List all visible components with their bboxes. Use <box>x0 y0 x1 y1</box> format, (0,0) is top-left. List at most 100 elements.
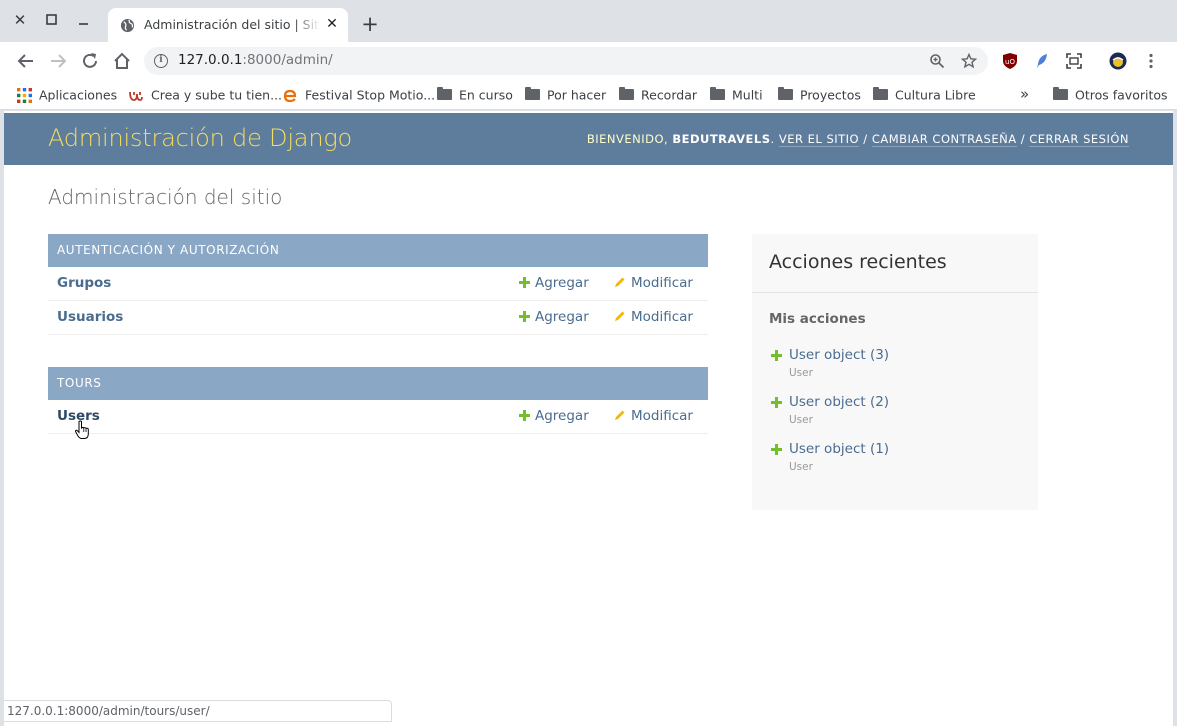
browser-tab-active[interactable]: Administración del sitio | Sitio de admi… <box>108 8 348 42</box>
tab-close-icon[interactable]: ✕ <box>324 16 340 32</box>
bookmark-cultura-libre[interactable]: Cultura Libre <box>873 86 976 104</box>
new-tab-icon[interactable]: + <box>359 14 381 36</box>
bookmark-apps[interactable]: Aplicaciones <box>17 86 117 104</box>
feather-extension-icon[interactable] <box>1033 52 1051 70</box>
bookmark-star-icon[interactable] <box>961 53 977 69</box>
bookmark-por-hacer[interactable]: Por hacer <box>525 86 606 104</box>
bookmark-label: Recordar <box>641 87 697 103</box>
change-label: Modificar <box>631 309 693 325</box>
url-path: :8000/admin/ <box>242 52 333 68</box>
change-password-link[interactable]: CAMBIAR CONTRASEÑA <box>871 132 1017 147</box>
folder-icon <box>778 87 793 100</box>
model-link-usuarios[interactable]: Usuarios <box>57 309 123 325</box>
bookmark-label: Otros favoritos <box>1075 87 1168 103</box>
bookmark-en-curso[interactable]: En curso <box>437 86 513 104</box>
addition-plus-icon <box>771 397 782 408</box>
user-tools: BIENVENIDO, BEDUTRAVELS. VER EL SITIO / … <box>586 132 1129 147</box>
ublock-icon[interactable]: uO <box>1001 52 1019 70</box>
pencil-icon <box>615 410 625 420</box>
bookmark-label: Cultura Libre <box>895 87 976 103</box>
module-auth: AUTENTICACIÓN Y AUTORIZACIÓN Grupos Agre… <box>48 234 708 335</box>
svg-text:uO: uO <box>1005 58 1015 66</box>
change-label: Modificar <box>631 275 693 291</box>
profile-avatar-icon[interactable] <box>1109 52 1127 70</box>
bookmark-label: Proyectos <box>800 87 861 103</box>
window-frame-right <box>1173 110 1177 726</box>
change-link[interactable]: Modificar <box>614 275 693 291</box>
add-link[interactable]: Agregar <box>519 275 589 291</box>
module-tours: TOURS Users Agregar Modificar <box>48 367 708 434</box>
bookmarks-overflow-chevron-icon[interactable]: » <box>1020 85 1029 103</box>
home-icon[interactable] <box>111 50 133 72</box>
zoom-icon[interactable] <box>929 53 945 69</box>
bookmark-label: Multi <box>732 87 763 103</box>
model-row-users: Users Agregar Modificar <box>48 400 708 434</box>
window-maximize-icon[interactable] <box>42 10 62 30</box>
addition-plus-icon <box>771 444 782 455</box>
recent-action-link[interactable]: User object (1) <box>789 441 889 457</box>
u-logo-icon <box>129 91 143 101</box>
bookmark-crea-y-sube[interactable]: Crea y sube tu tien... <box>128 86 282 104</box>
add-label: Agregar <box>535 275 589 291</box>
pencil-icon <box>615 311 625 321</box>
site-branding[interactable]: Administración de Django <box>48 124 352 152</box>
back-arrow-icon[interactable] <box>15 50 37 72</box>
model-row-grupos: Grupos Agregar Modificar <box>48 267 708 301</box>
folder-icon <box>710 87 725 100</box>
page-content: Administración de Django BIENVENIDO, BED… <box>4 111 1173 726</box>
reload-icon[interactable] <box>79 50 101 72</box>
window-minimize-icon[interactable] <box>74 10 94 30</box>
screenshot-extension-icon[interactable] <box>1065 52 1083 70</box>
recent-action-link[interactable]: User object (2) <box>789 394 889 410</box>
model-link-grupos[interactable]: Grupos <box>57 275 111 291</box>
module-caption[interactable]: AUTENTICACIÓN Y AUTORIZACIÓN <box>48 234 708 267</box>
add-label: Agregar <box>535 408 589 424</box>
bookmark-otros-favoritos[interactable]: Otros favoritos <box>1053 86 1168 104</box>
bookmark-recordar[interactable]: Recordar <box>619 86 697 104</box>
change-link[interactable]: Modificar <box>614 309 693 325</box>
bookmark-label: En curso <box>459 87 513 103</box>
address-bar[interactable]: i 127.0.0.1:8000/admin/ <box>144 47 988 75</box>
site-info-icon[interactable]: i <box>154 54 168 68</box>
change-label: Modificar <box>631 408 693 424</box>
recent-action-type: User <box>789 461 813 473</box>
django-header: Administración de Django BIENVENIDO, BED… <box>4 113 1173 165</box>
view-site-link[interactable]: VER EL SITIO <box>778 132 860 147</box>
bookmark-label: Festival Stop Motio... <box>305 87 436 103</box>
chrome-menu-icon[interactable] <box>1142 52 1160 70</box>
welcome-text: BIENVENIDO, <box>586 132 669 146</box>
globe-icon <box>120 18 135 33</box>
e-logo-icon <box>283 89 297 102</box>
separator: / <box>863 132 868 146</box>
tab-title: Administración del sitio | Sitio de admi… <box>144 17 320 32</box>
recent-action-type: User <box>789 367 813 379</box>
bookmark-festival[interactable]: Festival Stop Motio... <box>282 86 435 104</box>
separator: / <box>1020 132 1026 146</box>
add-link[interactable]: Agregar <box>519 309 589 325</box>
change-link[interactable]: Modificar <box>614 408 693 424</box>
url-text[interactable]: 127.0.0.1:8000/admin/ <box>178 52 333 68</box>
forward-arrow-icon[interactable] <box>47 50 69 72</box>
bookmark-proyectos[interactable]: Proyectos <box>778 86 861 104</box>
browser-tabstrip: ✕ Administración del sitio | Sitio de ad… <box>0 0 1177 42</box>
logout-link[interactable]: CERRAR SESIÓN <box>1029 132 1129 147</box>
folder-icon <box>437 87 452 100</box>
recent-action-type: User <box>789 414 813 426</box>
divider <box>752 292 1038 293</box>
folder-icon <box>619 87 634 100</box>
url-host: 127.0.0.1 <box>178 52 243 68</box>
hand-cursor-icon <box>74 420 89 439</box>
pencil-icon <box>615 277 625 287</box>
recent-action-link[interactable]: User object (3) <box>789 347 889 363</box>
add-plus-icon <box>519 277 530 288</box>
folder-icon <box>525 87 540 100</box>
bookmark-label: Por hacer <box>547 87 607 103</box>
addition-plus-icon <box>771 350 782 361</box>
bookmark-multi[interactable]: Multi <box>710 86 763 104</box>
module-caption[interactable]: TOURS <box>48 367 708 400</box>
bookmarks-bar: Aplicaciones Crea y sube tu tien... Fest… <box>0 80 1177 110</box>
bookmark-label: Aplicaciones <box>39 87 118 103</box>
recent-actions-title: Acciones recientes <box>769 251 947 273</box>
add-link[interactable]: Agregar <box>519 408 589 424</box>
window-close-icon[interactable]: ✕ <box>10 10 30 30</box>
